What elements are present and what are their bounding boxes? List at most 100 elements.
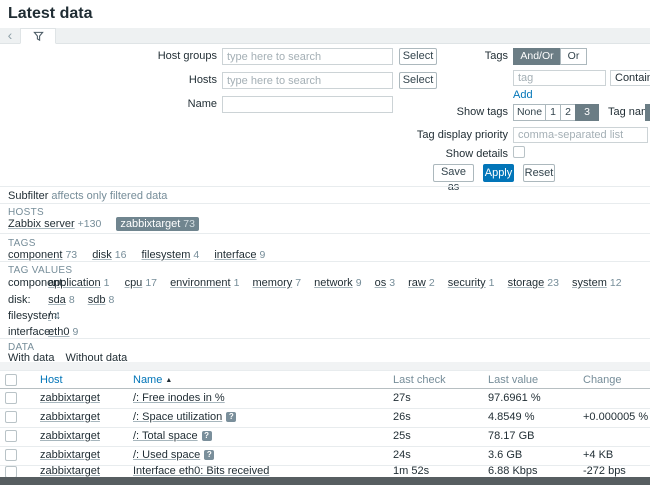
column-header-host[interactable]: Host xyxy=(40,371,63,390)
apply-button[interactable]: Apply xyxy=(483,164,514,182)
show-tags-segment: None123 xyxy=(513,104,599,121)
subfilter-host-count: +130 xyxy=(78,218,102,230)
tags-label: Tags xyxy=(420,48,508,65)
tag-value-link[interactable]: sda xyxy=(48,294,66,306)
table-row: zabbixtarget Interface eth0: Bits receiv… xyxy=(0,465,650,477)
subfilter-divider xyxy=(0,338,650,339)
subfilter-tag-link[interactable]: interface xyxy=(214,249,256,261)
description-info-icon[interactable]: ? xyxy=(204,450,214,460)
subfilter-tag-link[interactable]: disk xyxy=(92,249,112,261)
item-name-link[interactable]: /: Used space xyxy=(133,449,200,461)
tag-value-link[interactable]: cpu xyxy=(125,277,143,289)
tag-value-link[interactable]: system xyxy=(572,277,607,289)
item-name-link[interactable]: /: Total space xyxy=(133,430,198,442)
show-tags-3-option[interactable]: 3 xyxy=(575,104,599,121)
add-tag-link[interactable]: Add xyxy=(513,89,533,101)
column-header-change: Change xyxy=(583,371,622,390)
tag-display-priority-label: Tag display priority xyxy=(370,127,508,144)
tag-value-link[interactable]: sdb xyxy=(88,294,106,306)
show-details-checkbox[interactable] xyxy=(513,146,525,158)
subfilter-header-divider xyxy=(0,203,650,204)
save-as-button[interactable]: Save as xyxy=(433,164,474,182)
page-title: Latest data xyxy=(8,5,92,23)
reset-button[interactable]: Reset xyxy=(523,164,555,182)
last-check-value: 27s xyxy=(393,389,411,408)
tag-input[interactable] xyxy=(513,70,606,86)
subfilter-host-selected[interactable]: zabbixtarget73 xyxy=(116,217,199,231)
subfilter-header: Subfilter affects only filtered data xyxy=(8,190,167,202)
tag-value-link[interactable]: / xyxy=(48,310,51,322)
tag-value-link[interactable]: environment xyxy=(170,277,231,289)
tag-value-link[interactable]: storage xyxy=(508,277,545,289)
subfilter-tag-link[interactable]: component xyxy=(8,249,62,261)
sort-asc-icon: ▲ xyxy=(165,377,172,384)
tag-name-selected-option[interactable] xyxy=(645,104,650,121)
tag-operator-select[interactable]: Contains xyxy=(610,70,650,86)
description-info-icon[interactable]: ? xyxy=(226,412,236,422)
table-row: zabbixtarget /: Total space? 25s 78.17 G… xyxy=(0,427,650,447)
tag-value-link[interactable]: raw xyxy=(408,277,426,289)
host-link[interactable]: zabbixtarget xyxy=(40,392,100,404)
last-check-value: 24s xyxy=(393,446,411,465)
row-checkbox[interactable] xyxy=(5,449,17,461)
subfilter-host-link[interactable]: Zabbix server xyxy=(8,218,75,230)
tag-value-link[interactable]: security xyxy=(448,277,486,289)
tag-values-filesystem-row: filesystem: /4 xyxy=(8,310,72,322)
host-link[interactable]: zabbixtarget xyxy=(40,449,100,461)
filter-funnel-icon xyxy=(33,33,44,45)
host-link[interactable]: zabbixtarget xyxy=(40,465,100,477)
tag-value-link[interactable]: application xyxy=(48,277,101,289)
host-link[interactable]: zabbixtarget xyxy=(40,430,100,442)
subfilter-hosts-row: Zabbix server+130 zabbixtarget73 xyxy=(8,218,211,230)
show-tags-1-option[interactable]: 1 xyxy=(545,104,561,121)
host-groups-label: Host groups xyxy=(120,48,217,65)
hosts-input[interactable] xyxy=(222,72,393,89)
name-input[interactable] xyxy=(222,96,393,113)
show-tags-none-option[interactable]: None xyxy=(513,104,546,121)
tags-andor-option[interactable]: And/Or xyxy=(513,48,561,65)
filter-tab[interactable] xyxy=(20,28,56,44)
host-link[interactable]: zabbixtarget xyxy=(40,411,100,423)
subfilter-hosts-heading: HOSTS xyxy=(8,207,44,218)
select-all-checkbox[interactable] xyxy=(5,374,17,386)
column-header-last-value: Last value xyxy=(488,371,538,390)
collapse-filter-button[interactable]: ‹ xyxy=(2,28,18,43)
item-name-link[interactable]: /: Free inodes in % xyxy=(133,392,225,404)
subfilter-tags-row: component73 disk16 filesystem4 interface… xyxy=(8,249,277,261)
filter-bottom-divider xyxy=(0,186,650,187)
last-check-value: 26s xyxy=(393,408,411,427)
subfilter-divider xyxy=(0,233,650,234)
tag-value-link[interactable]: network xyxy=(314,277,353,289)
tag-values-disk-row: disk: sda8 sdb8 xyxy=(8,294,124,306)
hosts-select-button[interactable]: Select xyxy=(399,72,437,89)
tag-display-priority-input[interactable] xyxy=(513,127,648,143)
row-checkbox[interactable] xyxy=(5,430,17,442)
item-name-link[interactable]: Interface eth0: Bits received xyxy=(133,465,269,477)
tag-value-link[interactable]: eth0 xyxy=(48,326,69,338)
subfilter-title: Subfilter xyxy=(8,190,48,202)
tag-value-link[interactable]: os xyxy=(375,277,387,289)
column-header-name[interactable]: Name▲ xyxy=(133,371,172,390)
host-groups-input[interactable] xyxy=(222,48,393,65)
section-gap xyxy=(0,362,650,370)
last-value: 97.6961 % xyxy=(488,389,541,408)
subfilter-tags-heading: TAGS xyxy=(8,238,36,249)
row-checkbox[interactable] xyxy=(5,411,17,423)
change-value: +0.000005 % xyxy=(583,408,648,427)
table-header: Host Name▲ Last check Last value Change xyxy=(0,370,650,389)
subfilter-tag-values-heading: TAG VALUES xyxy=(8,265,72,276)
tag-value-link[interactable]: memory xyxy=(253,277,293,289)
name-label: Name xyxy=(120,96,217,113)
row-checkbox[interactable] xyxy=(5,392,17,404)
show-tags-label: Show tags xyxy=(420,104,508,121)
item-name-link[interactable]: /: Space utilization xyxy=(133,411,222,423)
tag-name-label: Tag name xyxy=(608,104,650,121)
last-check-value: 25s xyxy=(393,427,411,446)
subfilter-divider xyxy=(0,261,650,262)
column-header-last-check: Last check xyxy=(393,371,446,390)
description-info-icon[interactable]: ? xyxy=(202,431,212,441)
tag-values-interface-row: interface: eth09 xyxy=(8,326,90,338)
subfilter-tag-link[interactable]: filesystem xyxy=(142,249,191,261)
tags-or-option[interactable]: Or xyxy=(560,48,587,65)
show-tags-2-option[interactable]: 2 xyxy=(560,104,576,121)
